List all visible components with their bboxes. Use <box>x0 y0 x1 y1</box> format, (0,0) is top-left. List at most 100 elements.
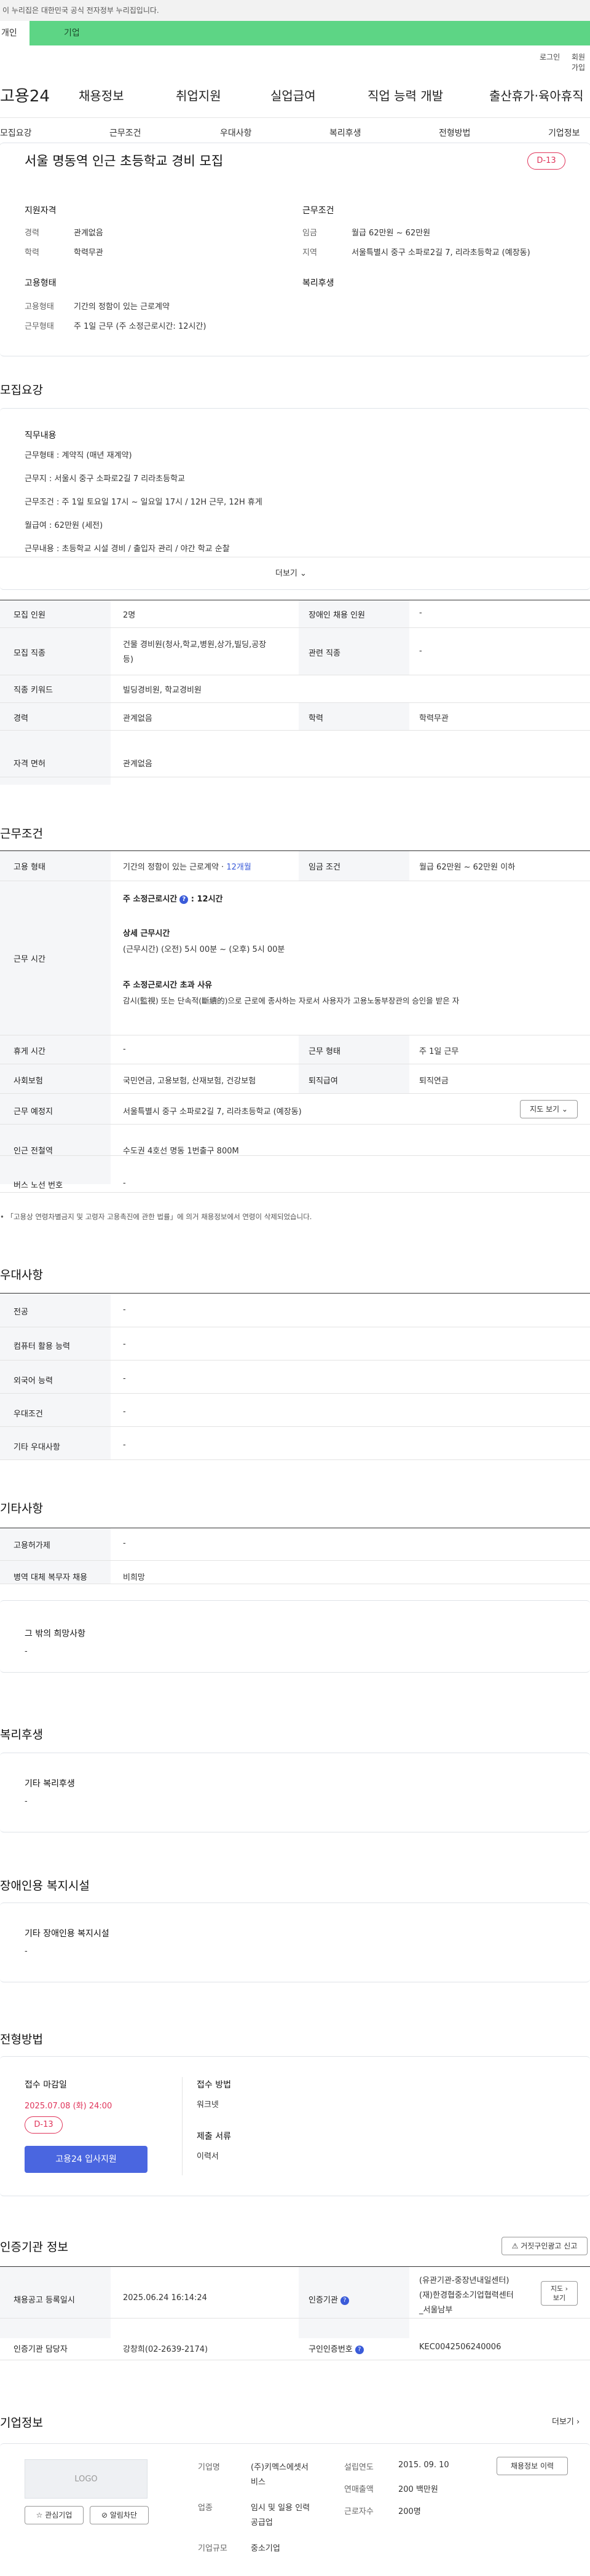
login-link[interactable]: 로그인 <box>540 52 560 62</box>
age-notice-text: 「고용상 연령차별금지 및 고령자 고용촉진에 관한 법률」에 의거 채용정보에… <box>6 1212 312 1221</box>
gnb-item-support[interactable]: 취업지원 <box>176 86 221 104</box>
alarm-label: 알림차단 <box>109 2511 138 2519</box>
gnb-item-jobs[interactable]: 채용정보 <box>79 86 124 104</box>
cert-map-button[interactable]: 지도 › 보기 <box>541 2281 578 2306</box>
table-header: 퇴직급여 <box>309 1077 338 1086</box>
alarm-button[interactable]: ⊘ 알림차단 <box>90 2506 149 2524</box>
company-logo: LOGO <box>25 2459 148 2499</box>
sales-label: 연매출액 <box>344 2485 374 2494</box>
row-divider <box>0 1393 590 1394</box>
table-cell: (유관기관-중장년내일센터) <box>419 2276 509 2285</box>
cert-section-title: 인증기관 정보 <box>0 2240 68 2254</box>
emp-count-value: 200명 <box>398 2507 421 2516</box>
table-cell: 빌딩경비원, 학교경비원 <box>123 686 202 695</box>
gnb-item-leave[interactable]: 출산휴가·육아휴직 <box>489 86 584 104</box>
row-divider <box>0 1124 590 1125</box>
pref-section-title: 우대사항 <box>0 1268 43 1282</box>
sales-value: 200 백만원 <box>398 2485 438 2494</box>
method-value: 워크넷 <box>197 2100 219 2110</box>
welfare-box-title: 기타 복리후생 <box>25 1779 75 1789</box>
deadline-title: 접수 마감일 <box>25 2080 67 2090</box>
emp-period-value: 12개월 <box>226 863 251 872</box>
map-button-label: 지도 보기 <box>530 1105 560 1113</box>
gov-banner-text: 이 누리집은 대한민국 공식 전자정부 누리집입니다. <box>2 6 159 15</box>
table-cell: - <box>123 1340 126 1349</box>
row-divider <box>0 1560 590 1561</box>
table-cell: 2명 <box>123 611 136 620</box>
subnav-welfare[interactable]: 복리후생 <box>329 127 361 139</box>
help-icon[interactable]: ? <box>355 2345 364 2354</box>
interest-button[interactable]: ☆ 관심기업 <box>25 2506 84 2524</box>
cond-heading: 근무조건 <box>302 206 334 216</box>
wage-label: 임금 <box>302 229 317 238</box>
table-cell: - <box>419 646 422 656</box>
emp-value: 기간의 정함이 있는 근로계약 <box>74 302 170 312</box>
table-cell: 월급 62만원 ~ 62만원 이하 <box>419 863 516 872</box>
recruit-line: 근무형태 : 계약직 (매년 재계약) <box>25 451 132 460</box>
help-icon[interactable]: ? <box>340 2296 349 2305</box>
site-logo[interactable]: 고용24 <box>0 84 50 106</box>
subnav-recruit[interactable]: 모집요강 <box>0 127 32 139</box>
time-detail-title: 상세 근무시간 <box>123 929 170 938</box>
table-cell: 강창희(02-2639-2174) <box>123 2345 208 2354</box>
etc-section-title: 기타사항 <box>0 1502 43 1515</box>
size-label: 기업규모 <box>198 2544 227 2553</box>
subnav-pref[interactable]: 우대사항 <box>220 127 252 139</box>
signup-link[interactable]: 회원가입 <box>572 52 590 73</box>
table-header: 병역 대체 복무자 채용 <box>14 1573 88 1582</box>
table-cell: _서울남부 <box>419 2306 453 2315</box>
hours-label: 근무형태 <box>25 322 54 331</box>
tab-company[interactable]: 기업 <box>30 21 590 45</box>
block-icon: ⊘ <box>101 2511 110 2519</box>
table-header: 장애인 채용 인원 <box>309 611 365 620</box>
gov-banner: 이 누리집은 대한민국 공식 전자정부 누리집입니다. <box>0 0 590 21</box>
table-cell: 주 1일 근무 <box>419 1047 459 1056</box>
time-main-label: 주 소정근로시간 <box>123 895 178 904</box>
recruit-more-button[interactable]: 더보기 ⌄ <box>275 567 307 578</box>
recruit-more-label: 더보기 <box>275 569 297 578</box>
table-header: 직종 키워드 <box>14 686 53 695</box>
table-header: 근무 예정지 <box>14 1107 53 1117</box>
apply-button[interactable]: 고용24 입사지원 <box>25 2146 148 2173</box>
table-cell: 퇴직연금 <box>419 1077 449 1086</box>
emp-type-cell: 기간의 정함이 있는 근로계약 · 12개월 <box>123 860 251 872</box>
emp-type-value: 기간의 정함이 있는 근로계약 · <box>123 863 227 872</box>
gnb-item-unemployment[interactable]: 실업급여 <box>270 86 316 104</box>
table-header: 기타 우대사항 <box>14 1443 60 1452</box>
size-value: 중소기업 <box>251 2544 280 2553</box>
time-main-value: : 12시간 <box>191 895 223 904</box>
company-more-link[interactable]: 더보기 › <box>552 2415 580 2427</box>
subnav-work[interactable]: 근무조건 <box>109 127 141 139</box>
founded-label: 설립연도 <box>344 2463 374 2472</box>
table-header: 외국어 능력 <box>14 1376 53 1386</box>
row-divider <box>0 1459 590 1460</box>
cert-agency-label: 인증기관? <box>309 2293 349 2305</box>
table-header: 고용 형태 <box>14 863 45 872</box>
map-button[interactable]: 지도 보기 ⌄ <box>520 1100 578 1118</box>
recruit-history-button[interactable]: 채용정보 이력 <box>497 2457 568 2475</box>
table-header: 전공 <box>14 1308 28 1317</box>
table-header: 채용공고 등록일시 <box>14 2296 75 2305</box>
table-header: 근무 시간 <box>14 955 45 964</box>
process-dday-badge: D-13 <box>25 2116 63 2134</box>
table-cell: (재)한경협중소기업협력센터 <box>419 2291 514 2300</box>
emp-heading: 고용형태 <box>25 278 57 288</box>
emp-label: 고용형태 <box>25 302 54 312</box>
disability-section-title: 장애인용 복지시설 <box>0 1879 90 1893</box>
docs-value: 이력서 <box>197 2152 219 2161</box>
table-cell: 수도권 4호선 명동 1번출구 800M <box>123 1147 239 1156</box>
report-button[interactable]: ⚠ 거짓구인광고 신고 <box>502 2237 588 2255</box>
chevron-down-icon: ⌄ <box>561 1105 568 1113</box>
table-cell: 비희망 <box>123 1573 145 1582</box>
subnav-process[interactable]: 전형방법 <box>439 127 471 139</box>
help-icon[interactable]: ? <box>179 895 189 904</box>
subnav-company[interactable]: 기업정보 <box>548 127 580 139</box>
recruit-section-title: 모집요강 <box>0 383 43 397</box>
table-header: 인증기관 담당자 <box>14 2345 68 2354</box>
table-cell: KEC0042506240006 <box>419 2342 502 2352</box>
gnb-item-training[interactable]: 직업 능력 개발 <box>368 86 443 104</box>
table-header: 컴퓨터 활용 능력 <box>14 1342 70 1351</box>
emp-count-label: 근로자수 <box>344 2507 374 2516</box>
table-header: 휴게 시간 <box>14 1047 45 1056</box>
tab-person[interactable]: 개인 <box>0 21 30 45</box>
